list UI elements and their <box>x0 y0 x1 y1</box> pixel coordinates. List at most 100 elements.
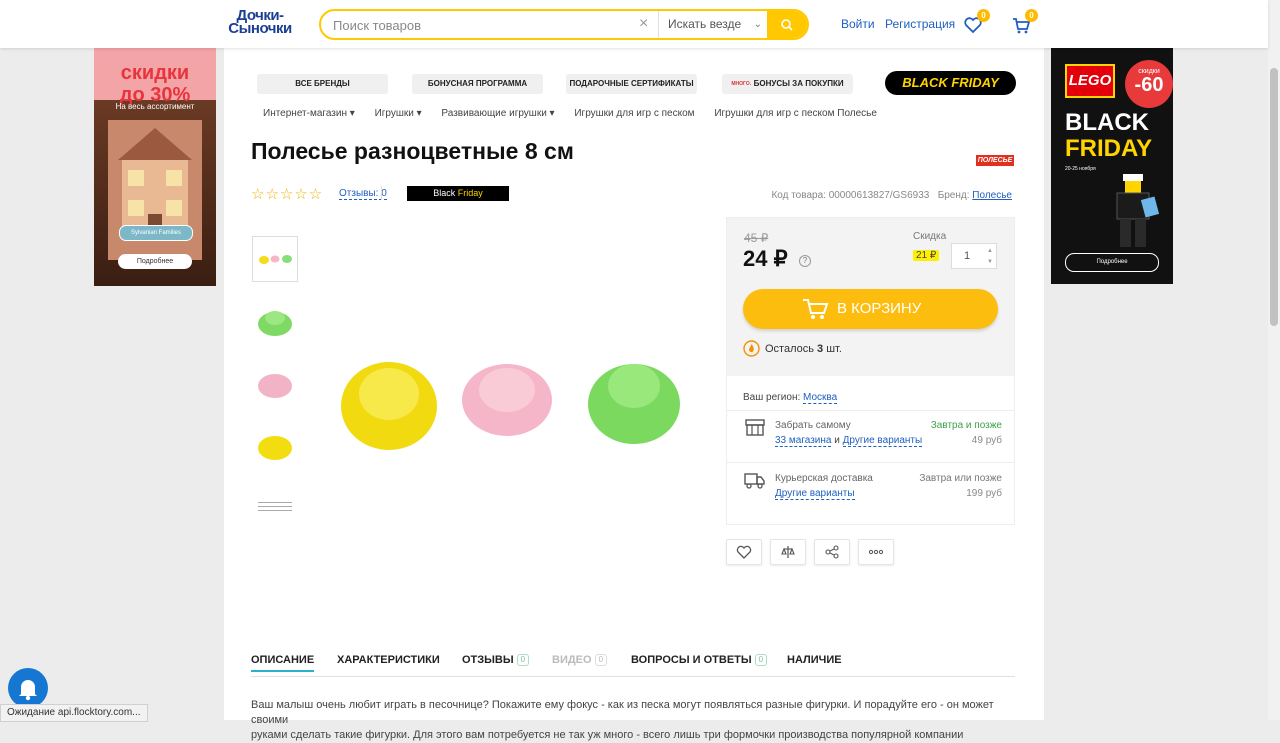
pickup-stores-link[interactable]: 33 магазина <box>775 435 832 447</box>
tab-description[interactable]: ОПИСАНИЕ <box>251 654 315 672</box>
divider <box>727 462 1014 463</box>
rating-stars[interactable]: ☆☆☆☆☆ <box>251 185 323 203</box>
more-button[interactable] <box>858 539 894 565</box>
black-friday-link[interactable]: BLACK FRIDAY <box>885 71 1016 95</box>
tab-qa-label: ВОПРОСЫ И ОТВЕТЫ <box>631 654 752 666</box>
help-icon[interactable]: ? <box>799 255 811 267</box>
notifications-button[interactable] <box>8 668 48 708</box>
logo-line2: Сыночки <box>228 20 292 37</box>
ad-right-title-b: FRIDAY <box>1065 135 1153 162</box>
all-brands-link[interactable]: ВСЕ БРЕНДЫ <box>257 74 388 94</box>
bonus-program-link[interactable]: БОНУСНАЯ ПРОГРАММА <box>412 74 543 94</box>
wishlist-count-badge: 0 <box>977 9 990 22</box>
pickup-and: и <box>834 435 840 446</box>
left-ad-banner[interactable]: скидки до 30% На весь ассортимент Sylvan… <box>94 48 216 286</box>
tab-reviews[interactable]: ОТЗЫВЫ 0 <box>462 654 530 666</box>
ad-right-more-button[interactable]: Подробнее <box>1065 253 1159 272</box>
breadcrumb-item[interactable]: Развивающие игрушки ▾ <box>441 108 554 119</box>
breadcrumb-item[interactable]: Игрушки для игр с песком <box>574 108 694 119</box>
bf-tag-a: Black <box>433 188 458 198</box>
breadcrumb: Интернет-магазин ▾ Игрушки ▾ Развивающие… <box>263 108 894 119</box>
thumbnail-2[interactable] <box>252 298 298 344</box>
ad-left-more-button[interactable]: Подробнее <box>118 254 192 269</box>
gift-certificates-link[interactable]: ПОДАРОЧНЫЕ СЕРТИФИКАТЫ <box>566 74 697 94</box>
price-panel: 45 ₽ 24 ₽ ? Скидка 21 ₽ 1 ▲ ▼ В КОРЗИНУ <box>727 218 1014 376</box>
bonus-for-purchases-link[interactable]: МНОГО.РУ БОНУСЫ ЗА ПОКУПКИ <box>722 74 853 94</box>
courier-price: 199 руб <box>966 488 1002 499</box>
sale-badge: скидки -60 <box>1125 60 1173 108</box>
old-price: 45 ₽ <box>744 231 769 245</box>
right-ad-banner[interactable]: LEGO скидки -60 BLACK FRIDAY 20-25 ноябр… <box>1051 48 1173 284</box>
site-header: Дочки- Сыночки × Искать везде ⌄ Войти Ре… <box>0 0 1268 48</box>
product-tabs: ОПИСАНИЕ ХАРАКТЕРИСТИКИ ОТЗЫВЫ 0 ВИДЕО 0 В… <box>251 654 1015 677</box>
product-image[interactable] <box>334 348 694 458</box>
minifigure-image <box>1103 172 1163 252</box>
pickup-other-link[interactable]: Другие варианты <box>842 435 923 447</box>
close-icon[interactable]: × <box>639 16 648 32</box>
product-description: Ваш малыш очень любит играть в песочнице… <box>251 698 1011 743</box>
brand-link[interactable]: Полесье <box>972 190 1012 201</box>
pickup-options: 33 магазина и Другие варианты <box>775 435 923 447</box>
add-to-wishlist-button[interactable] <box>726 539 762 565</box>
ad-left-title-a: скидки <box>120 62 190 84</box>
region-label: Ваш регион: <box>743 392 801 403</box>
thumbnail-5[interactable] <box>252 484 298 530</box>
black-friday-tag: Black Friday <box>407 186 509 201</box>
description-line: Ваш малыш очень любит играть в песочнице… <box>251 699 994 726</box>
heart-icon <box>736 545 752 559</box>
current-price: 24 ₽ <box>743 246 788 271</box>
login-link[interactable]: Войти <box>841 17 875 31</box>
bell-icon <box>19 680 37 701</box>
ad-left-brand: Sylvanian Families <box>119 225 193 241</box>
more-icon <box>868 549 884 555</box>
tab-specs[interactable]: ХАРАКТЕРИСТИКИ <box>337 654 440 666</box>
courier-options: Другие варианты <box>775 488 855 500</box>
chevron-up-icon[interactable]: ▲ <box>987 248 993 254</box>
compare-button[interactable] <box>770 539 806 565</box>
discount-label: Скидка <box>913 231 947 242</box>
breadcrumb-item[interactable]: Игрушки ▾ <box>375 108 422 119</box>
stock-info: Осталось 3 шт. <box>743 340 842 357</box>
courier-when: Завтра или позже <box>919 473 1002 484</box>
wishlist-button[interactable]: 0 <box>962 9 990 36</box>
thumbnail-1[interactable] <box>252 236 298 282</box>
reviews-link[interactable]: Отзывы: 0 <box>339 188 387 200</box>
chevron-down-icon[interactable]: ▼ <box>987 259 993 265</box>
stock-qty: 3 <box>817 343 824 355</box>
cart-count-badge: 0 <box>1025 9 1038 22</box>
tab-availability[interactable]: НАЛИЧИЕ <box>787 654 842 666</box>
thumbnail-3[interactable] <box>252 360 298 406</box>
brand-logo[interactable]: ПОЛЕСЬЕ <box>976 155 1014 166</box>
scrollbar[interactable] <box>1268 0 1280 720</box>
share-button[interactable] <box>814 539 850 565</box>
breadcrumb-item[interactable]: Интернет-магазин ▾ <box>263 108 355 119</box>
chevron-down-icon: ⌄ <box>753 19 762 30</box>
add-to-cart-button[interactable]: В КОРЗИНУ <box>743 289 998 329</box>
courier-title: Курьерская доставка <box>775 473 873 484</box>
breadcrumb-item[interactable]: Игрушки для игр с песком Полесье <box>714 108 877 119</box>
register-link[interactable]: Регистрация <box>885 17 955 31</box>
tab-video[interactable]: ВИДЕО 0 <box>552 654 608 666</box>
sale-badge-c: -60 <box>1134 74 1164 96</box>
cart-button[interactable]: 0 <box>1010 9 1038 36</box>
search-input[interactable] <box>321 11 655 38</box>
courier-other-link[interactable]: Другие варианты <box>775 488 855 500</box>
search-icon <box>781 19 793 31</box>
tab-qa-count: 0 <box>754 654 768 666</box>
quantity-stepper[interactable]: 1 ▲ ▼ <box>951 243 997 269</box>
tab-reviews-count: 0 <box>516 654 530 666</box>
main-content: ВСЕ БРЕНДЫ БОНУСНАЯ ПРОГРАММА ПОДАРОЧНЫЕ… <box>224 48 1044 741</box>
search-button[interactable] <box>767 11 807 38</box>
brand-label: Бренд: <box>937 190 970 201</box>
ad-left-title: скидки до 30% <box>94 62 216 106</box>
cart-icon <box>803 299 829 319</box>
scrollbar-thumb[interactable] <box>1270 68 1278 326</box>
region-link[interactable]: Москва <box>803 392 838 404</box>
quantity-value: 1 <box>964 250 971 262</box>
tab-qa[interactable]: ВОПРОСЫ И ОТВЕТЫ 0 <box>631 654 768 666</box>
site-logo[interactable]: Дочки- Сыночки <box>224 8 296 37</box>
thumbnail-4[interactable] <box>252 422 298 468</box>
ad-right-title: BLACK FRIDAY <box>1065 110 1152 162</box>
tab-video-label: ВИДЕО <box>552 654 592 666</box>
search-scope-select[interactable]: Искать везде ⌄ <box>658 11 768 38</box>
